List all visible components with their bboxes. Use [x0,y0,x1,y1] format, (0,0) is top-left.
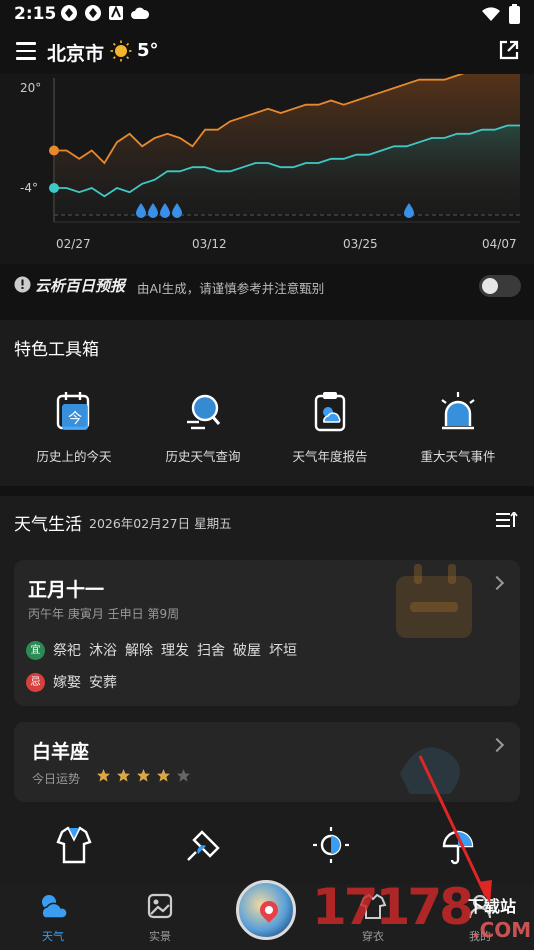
suitable-activities: 宜 祭祀 沐浴 解除 理发 扫舍 破屋 坏垣 [26,640,305,660]
calendar-today-icon: 今 [56,392,90,430]
uv-sun-icon[interactable] [312,826,350,864]
tab-label: 天气 [42,930,64,943]
star-filled-icon [117,769,130,782]
weather-tab-icon [41,895,68,919]
menu-icon[interactable] [16,42,36,60]
avoid-badge: 忌 [26,672,45,692]
share-icon[interactable] [498,39,520,61]
lunar-date: 正月十一 [28,579,105,601]
status-bar: 2:15 [0,0,534,30]
tool-label: 重大天气事件 [420,449,496,464]
alarm-light-icon [441,392,475,430]
feature-toolbox: 特色工具箱 今 历史上的今天 历史天气查询 天气年度报告 重大天气事件 [0,320,534,486]
toolbox-title: 特色工具箱 [14,340,99,360]
sunny-icon [110,40,132,62]
today-point [49,145,59,156]
star-filled-icon [97,769,110,782]
calendar-today-char: 今 [68,411,82,427]
wifi-icon [482,7,500,21]
suitable-badge: 宜 [26,640,45,660]
today-point [49,183,59,193]
tab-label: 实景 [149,930,171,943]
calendar-decor-icon [396,564,472,638]
trend-chart-svg: 20° -4° 02/27 03/12 03/25 04/07 [20,74,520,251]
clothing-icon[interactable] [56,826,92,864]
x-tick-label: 03/12 [192,237,227,251]
chevron-right-icon [489,575,505,591]
activity-item: 扫舍 [197,643,225,659]
city-name[interactable]: 北京市 [47,39,104,66]
app-header: 北京市 5° [0,30,534,74]
temperature-trend-chart[interactable]: 20° -4° 02/27 03/12 03/25 04/07 [0,74,534,264]
tool-history-weather[interactable]: 历史天气查询 [139,390,267,465]
app-notification-icon [61,5,77,21]
ai-forecast-title: 云析百日预报 [35,277,126,295]
zodiac-rating [96,768,191,783]
x-tick-label: 03/25 [343,237,378,251]
watermark-domain: .COM [472,918,532,942]
activity-item: 坏垣 [269,643,297,659]
site-watermark: 17178 下载站 .COM [312,878,532,950]
ai-forecast-disclaimer: 由AI生成，请谨慎参考并注意甄别 [137,281,325,296]
tool-label: 历史天气查询 [165,449,241,464]
weather-life-title: 天气生活 [14,515,82,535]
zodiac-card[interactable]: 白羊座 今日运势 [14,722,520,802]
status-notification-icons [60,4,150,22]
activity-item: 解除 [125,643,153,659]
app-notification-icon [85,5,101,21]
sort-list-icon[interactable] [496,512,518,528]
x-tick-label: 02/27 [56,237,91,251]
watermark-site-name: 下载站 [468,897,517,916]
activity-item: 安葬 [89,675,117,691]
life-index-icons [0,826,534,876]
current-temperature: 5° [137,40,159,61]
star-filled-icon [137,769,150,782]
status-system-icons [481,4,520,24]
tool-history-today[interactable]: 今 历史上的今天 [10,390,138,465]
toggle-knob [482,278,498,294]
zodiac-decor-icon [400,747,460,794]
info-icon [14,276,31,293]
text-notification-icon [109,5,123,20]
zodiac-fortune-label: 今日运势 [32,772,81,786]
battery-icon [509,4,520,24]
ai-forecast-row: 云析百日预报 由AI生成，请谨慎参考并注意甄别 [0,268,534,304]
weather-life-date: 2026年02月27日 星期五 [89,516,232,531]
tool-label: 历史上的今天 [36,449,112,464]
watermark-number: 17178 [312,878,474,936]
status-time: 2:15 [14,4,57,24]
activity-item: 祭祀 [53,643,81,659]
badminton-icon[interactable] [184,826,222,864]
tab-live-view[interactable]: 实景 [130,892,190,944]
tool-label: 天气年度报告 [292,449,368,464]
activity-item: 破屋 [233,643,261,659]
lunar-ganzhi: 丙午年 庚寅月 壬申日 第9周 [28,607,180,621]
activity-item: 嫁娶 [53,675,81,691]
location-pin-icon [256,897,282,923]
activity-item: 沐浴 [89,643,117,659]
lunar-calendar-card[interactable]: 正月十一 丙午年 庚寅月 壬申日 第9周 宜 祭祀 沐浴 解除 理发 扫舍 破屋… [14,560,520,706]
ai-forecast-toggle[interactable] [479,275,521,297]
umbrella-icon[interactable] [440,826,476,866]
star-filled-icon [157,769,170,782]
zodiac-name: 白羊座 [32,741,90,763]
activity-item: 理发 [161,643,189,659]
cloud-icon [131,7,150,19]
photo-tab-icon [147,893,173,919]
star-empty-icon [177,769,190,782]
y-tick-label: -4° [20,181,38,195]
center-map-button[interactable] [236,880,296,940]
tab-weather[interactable]: 天气 [23,892,83,944]
report-clipboard-icon [314,392,346,432]
weather-life-section: 天气生活 2026年02月27日 星期五 正月十一 丙午年 庚寅月 壬申日 第9… [0,496,534,884]
x-tick-label: 04/07 [482,237,517,251]
tool-major-events[interactable]: 重大天气事件 [394,390,522,465]
avoid-activities: 忌 嫁娶 安葬 [26,672,125,692]
y-tick-label: 20° [20,81,41,95]
weather-search-icon [187,394,221,430]
chevron-right-icon [489,737,505,753]
tool-annual-report[interactable]: 天气年度报告 [266,390,394,465]
